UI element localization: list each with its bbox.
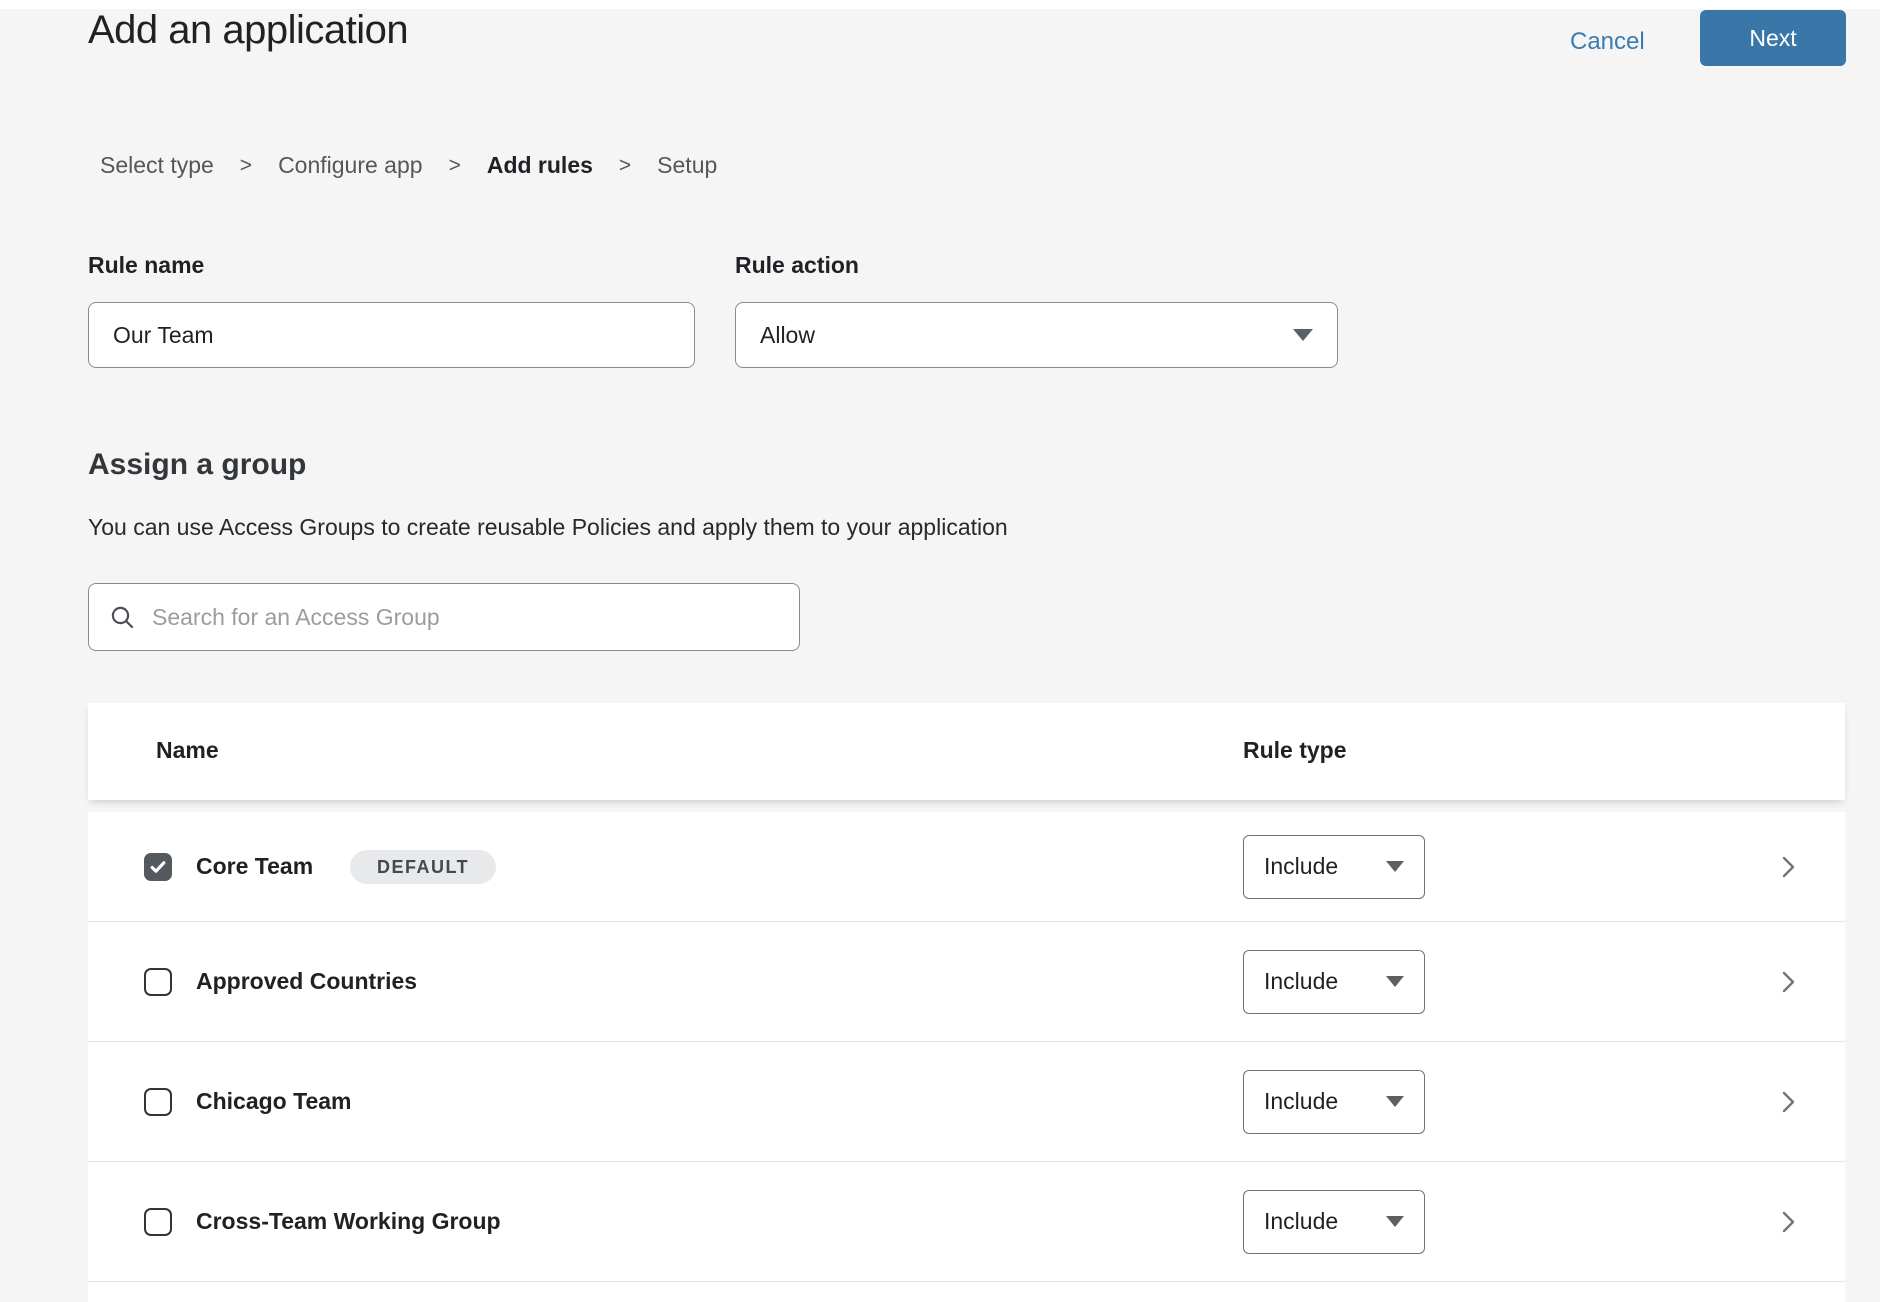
column-header-name: Name bbox=[156, 737, 219, 764]
chevron-right-icon[interactable] bbox=[1776, 1209, 1800, 1235]
table-row: Chicago Team Include bbox=[88, 1042, 1845, 1162]
rule-type-select[interactable]: Include bbox=[1243, 950, 1425, 1014]
next-button[interactable]: Next bbox=[1700, 10, 1846, 66]
group-name: Chicago Team bbox=[196, 1088, 352, 1115]
chevron-right-icon[interactable] bbox=[1776, 854, 1800, 880]
column-header-rule-type: Rule type bbox=[1243, 737, 1347, 764]
breadcrumb: Select type > Configure app > Add rules > Setu… bbox=[100, 152, 717, 179]
default-badge: DEFAULT bbox=[350, 850, 496, 884]
rule-action-value: Allow bbox=[760, 322, 815, 349]
access-group-search[interactable] bbox=[88, 583, 800, 651]
search-input[interactable] bbox=[150, 603, 779, 632]
cutoff-row bbox=[88, 1282, 1845, 1302]
chevron-down-icon bbox=[1386, 1096, 1404, 1107]
rule-type-value: Include bbox=[1264, 1208, 1338, 1235]
table-row: Approved Countries Include bbox=[88, 922, 1845, 1042]
breadcrumb-separator: > bbox=[449, 154, 461, 178]
table-row: Cross-Team Working Group Include bbox=[88, 1162, 1845, 1282]
group-name: Cross-Team Working Group bbox=[196, 1208, 501, 1235]
rule-name-input[interactable] bbox=[88, 302, 695, 368]
breadcrumb-item-configure-app[interactable]: Configure app bbox=[278, 152, 423, 179]
rule-name-label: Rule name bbox=[88, 252, 204, 279]
checkmark-icon bbox=[149, 858, 167, 876]
group-checkbox[interactable] bbox=[144, 1208, 172, 1236]
group-name: Core Team bbox=[196, 853, 313, 880]
table-row: Core Team DEFAULT Include bbox=[88, 812, 1845, 922]
group-checkbox[interactable] bbox=[144, 1088, 172, 1116]
rule-type-select[interactable]: Include bbox=[1243, 1070, 1425, 1134]
assign-group-description: You can use Access Groups to create reus… bbox=[88, 514, 1008, 541]
search-icon bbox=[109, 604, 136, 631]
chevron-down-icon bbox=[1293, 329, 1313, 341]
breadcrumb-separator: > bbox=[619, 154, 631, 178]
rule-action-label: Rule action bbox=[735, 252, 859, 279]
rule-type-value: Include bbox=[1264, 968, 1338, 995]
add-application-page: Add an application Cancel Next Select ty… bbox=[0, 0, 1880, 1302]
chevron-right-icon[interactable] bbox=[1776, 1089, 1800, 1115]
assign-group-heading: Assign a group bbox=[88, 448, 306, 482]
rule-type-select[interactable]: Include bbox=[1243, 1190, 1425, 1254]
breadcrumb-separator: > bbox=[240, 154, 252, 178]
rule-type-value: Include bbox=[1264, 1088, 1338, 1115]
breadcrumb-item-select-type[interactable]: Select type bbox=[100, 152, 214, 179]
group-table-header: Name Rule type bbox=[88, 703, 1845, 800]
rule-action-select[interactable]: Allow bbox=[735, 302, 1338, 368]
breadcrumb-item-setup[interactable]: Setup bbox=[657, 152, 717, 179]
chevron-right-icon[interactable] bbox=[1776, 969, 1800, 995]
group-checkbox[interactable] bbox=[144, 968, 172, 996]
group-rows: Core Team DEFAULT Include Approved Count… bbox=[88, 812, 1845, 1302]
rule-type-select[interactable]: Include bbox=[1243, 835, 1425, 899]
chevron-down-icon bbox=[1386, 1216, 1404, 1227]
chevron-down-icon bbox=[1386, 976, 1404, 987]
chevron-down-icon bbox=[1386, 861, 1404, 872]
page-title: Add an application bbox=[88, 8, 408, 53]
group-name: Approved Countries bbox=[196, 968, 417, 995]
group-checkbox[interactable] bbox=[144, 853, 172, 881]
rule-type-value: Include bbox=[1264, 853, 1338, 880]
breadcrumb-item-add-rules[interactable]: Add rules bbox=[487, 152, 593, 179]
cancel-button[interactable]: Cancel bbox=[1570, 28, 1645, 56]
